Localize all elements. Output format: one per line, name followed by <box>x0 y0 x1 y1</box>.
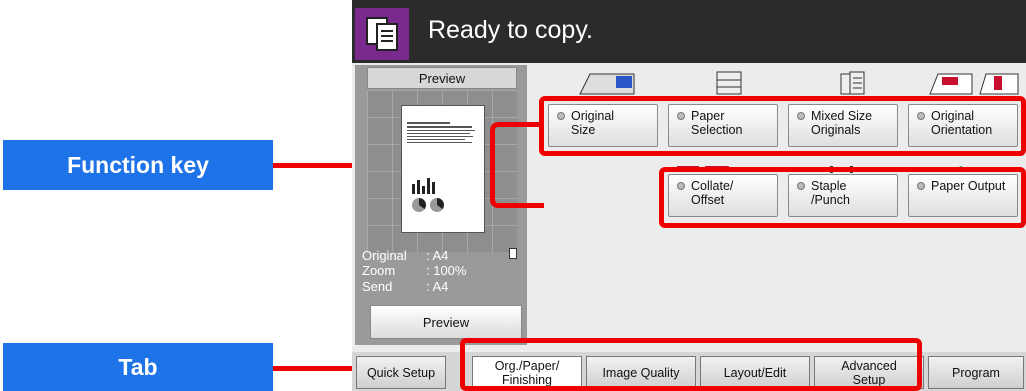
paper-selection-icon <box>714 70 744 96</box>
tab-highlight <box>460 338 922 391</box>
copy-screen: Ready to copy. Preview Original : A4 Zoo… <box>352 0 1026 391</box>
status-bar: Ready to copy. <box>352 0 1026 63</box>
copy-icon <box>355 8 409 60</box>
orientation-small-icon <box>509 248 517 259</box>
zoom-info: Zoom : 100% <box>362 263 467 278</box>
original-size-info: Original : A4 <box>362 248 449 263</box>
function-key-callout: Function key <box>3 140 273 190</box>
paper-output-icon <box>952 160 1004 172</box>
staple-icon <box>810 160 874 173</box>
preview-header: Preview <box>367 67 517 89</box>
tab-program[interactable]: Program <box>928 356 1024 389</box>
preview-thumbnail <box>401 105 485 233</box>
function-key-highlight-row2 <box>659 167 1026 228</box>
collate-icon <box>677 160 731 171</box>
preview-button[interactable]: Preview <box>370 305 522 339</box>
function-key-highlight-row1 <box>539 96 1026 156</box>
original-size-icon <box>576 70 636 96</box>
tab-callout-label: Tab <box>118 353 158 380</box>
status-message: Ready to copy. <box>428 16 593 44</box>
tab-callout: Tab <box>3 343 273 391</box>
orientation-icon <box>928 70 1020 96</box>
send-info: Send : A4 <box>362 279 449 294</box>
mixed-size-icon <box>838 70 868 96</box>
function-key-callout-label: Function key <box>67 151 209 178</box>
tab-quick-setup[interactable]: Quick Setup <box>356 356 446 389</box>
highlight-connector <box>490 122 544 208</box>
